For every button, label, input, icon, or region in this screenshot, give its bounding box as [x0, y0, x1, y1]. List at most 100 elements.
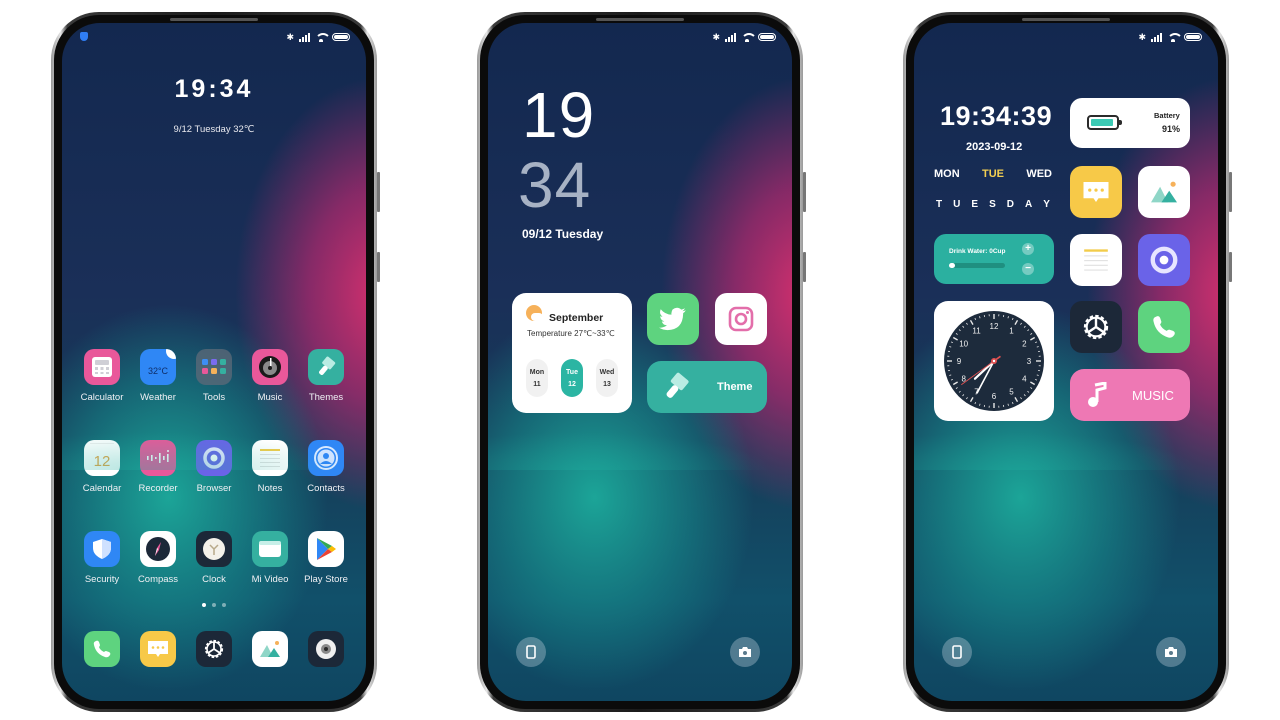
app-security[interactable]: Security [74, 531, 130, 585]
date-weather-line[interactable]: 9/12 Tuesday 32℃ [62, 124, 366, 135]
contacts-icon [308, 440, 344, 476]
security-shield-icon [84, 531, 120, 567]
wifi-icon [1167, 32, 1183, 42]
analog-clock-face: 121234567891011 [944, 311, 1044, 411]
instagram-shortcut[interactable] [715, 293, 767, 345]
app-themes[interactable]: Themes [298, 349, 354, 403]
day-letter: A [1025, 199, 1033, 210]
twitter-bird-icon [659, 307, 686, 331]
theme-widget[interactable]: Theme [647, 361, 767, 413]
water-minus-button[interactable]: − [1022, 263, 1034, 275]
shield-icon [80, 32, 88, 41]
digital-clock[interactable]: 19:34:39 [940, 101, 1052, 132]
page-indicator[interactable] [62, 603, 366, 607]
settings-shortcut[interactable] [1070, 301, 1122, 353]
clock-numeral: 6 [992, 392, 997, 401]
signal-icon [299, 32, 310, 42]
music-label: MUSIC [1132, 387, 1174, 403]
power-button [803, 252, 806, 282]
day-number: 11 [533, 380, 541, 388]
notes-shortcut[interactable] [1070, 234, 1122, 286]
app-mi-video[interactable]: Mi Video [242, 531, 298, 585]
app-clock[interactable]: Clock [186, 531, 242, 585]
lock-shortcut-camera[interactable] [730, 637, 760, 667]
app-label: Tools [202, 392, 226, 403]
gallery-shortcut[interactable] [1138, 166, 1190, 218]
app-label: Contacts [307, 483, 345, 494]
app-play-store[interactable]: Play Store [298, 531, 354, 585]
signal-icon [1151, 32, 1162, 42]
day-number: 13 [603, 380, 611, 388]
clock-icon [196, 531, 232, 567]
dock-settings[interactable] [186, 631, 242, 667]
dock-camera[interactable] [298, 631, 354, 667]
page-dot-active[interactable] [202, 603, 206, 607]
gallery-icon [1151, 181, 1177, 203]
battery-level-icon [1087, 115, 1122, 130]
volume-button [803, 172, 806, 212]
dock-gallery[interactable] [242, 631, 298, 667]
water-plus-button[interactable]: + [1022, 243, 1034, 255]
clock-numeral: 9 [957, 357, 962, 366]
battery-widget[interactable]: Battery 91% [1070, 98, 1190, 148]
music-widget[interactable]: MUSIC [1070, 369, 1190, 421]
app-label: Mi Video [251, 574, 289, 585]
app-calendar[interactable]: 12 Calendar [74, 440, 130, 494]
app-music[interactable]: Music [242, 349, 298, 403]
phone-device-icon [952, 645, 962, 659]
day-pill-mon[interactable]: Mon 11 [526, 359, 548, 397]
clock-time[interactable]: 19:34 [62, 75, 366, 104]
clock-numeral: 5 [1009, 387, 1014, 396]
calendar-weather-widget[interactable]: September Temperature 27℃~33℃ Mon 11 Tue 1… [512, 293, 632, 413]
app-row-3: Security Compass Clock Mi Video Play Sto… [74, 531, 354, 585]
dock-phone[interactable] [74, 631, 130, 667]
calculator-icon [84, 349, 120, 385]
day-pill-wed[interactable]: Wed 13 [596, 359, 618, 397]
app-browser[interactable]: Browser [186, 440, 242, 494]
wifi-icon [315, 32, 331, 42]
clock-numeral: 1 [1009, 327, 1014, 336]
lock-shortcut-device[interactable] [516, 637, 546, 667]
widget-temperature: Temperature 27℃~33℃ [527, 329, 615, 338]
drink-water-widget[interactable]: Drink Water: 0Cup + − [934, 234, 1054, 284]
twitter-shortcut[interactable] [647, 293, 699, 345]
clock-numeral: 8 [961, 375, 966, 384]
app-weather[interactable]: 32°C Weather [130, 349, 186, 403]
app-recorder[interactable]: Recorder [130, 440, 186, 494]
shortcut-camera[interactable] [1156, 637, 1186, 667]
app-notes[interactable]: Notes [242, 440, 298, 494]
dock-messages[interactable] [130, 631, 186, 667]
sun-cloud-icon [526, 305, 543, 321]
lock-screen: ✱ 19 34 09/12 Tuesday September Temperat… [488, 23, 792, 701]
lock-date: 09/12 Tuesday [522, 227, 604, 241]
weather-icon: 32°C [140, 349, 176, 385]
page-dot[interactable] [212, 603, 216, 607]
recorder-wave-icon [140, 440, 176, 476]
app-compass[interactable]: Compass [130, 531, 186, 585]
analog-clock-widget[interactable]: 12 1 2 3 4 5 6 7 8 9 10 11 [934, 301, 1054, 421]
day-number: 12 [568, 380, 576, 388]
water-progress-bar [949, 263, 1005, 268]
theme-label: Theme [717, 381, 753, 393]
page-dot[interactable] [222, 603, 226, 607]
shortcut-device[interactable] [942, 637, 972, 667]
music-note-icon [1088, 382, 1107, 407]
browser-shortcut[interactable] [1138, 234, 1190, 286]
app-label: Weather [140, 392, 176, 403]
clock-numeral: 11 [972, 327, 981, 336]
app-tools-folder[interactable]: Tools [186, 349, 242, 403]
app-label: Browser [196, 483, 232, 494]
app-contacts[interactable]: Contacts [298, 440, 354, 494]
weekday: MON [934, 168, 960, 180]
phone-shortcut[interactable] [1138, 301, 1190, 353]
clock-numeral: 2 [1022, 340, 1027, 349]
messages-icon [1083, 182, 1109, 202]
status-bar: ✱ [62, 30, 366, 44]
app-calculator[interactable]: Calculator [74, 349, 130, 403]
day-pill-tue[interactable]: Tue 12 [561, 359, 583, 397]
wifi-icon [741, 32, 757, 42]
messages-shortcut[interactable] [1070, 166, 1122, 218]
app-label: Compass [137, 574, 179, 585]
app-row-1: Calculator 32°C Weather Tools Music Them… [74, 349, 354, 403]
calendar-date-badge: 12 [93, 452, 111, 470]
